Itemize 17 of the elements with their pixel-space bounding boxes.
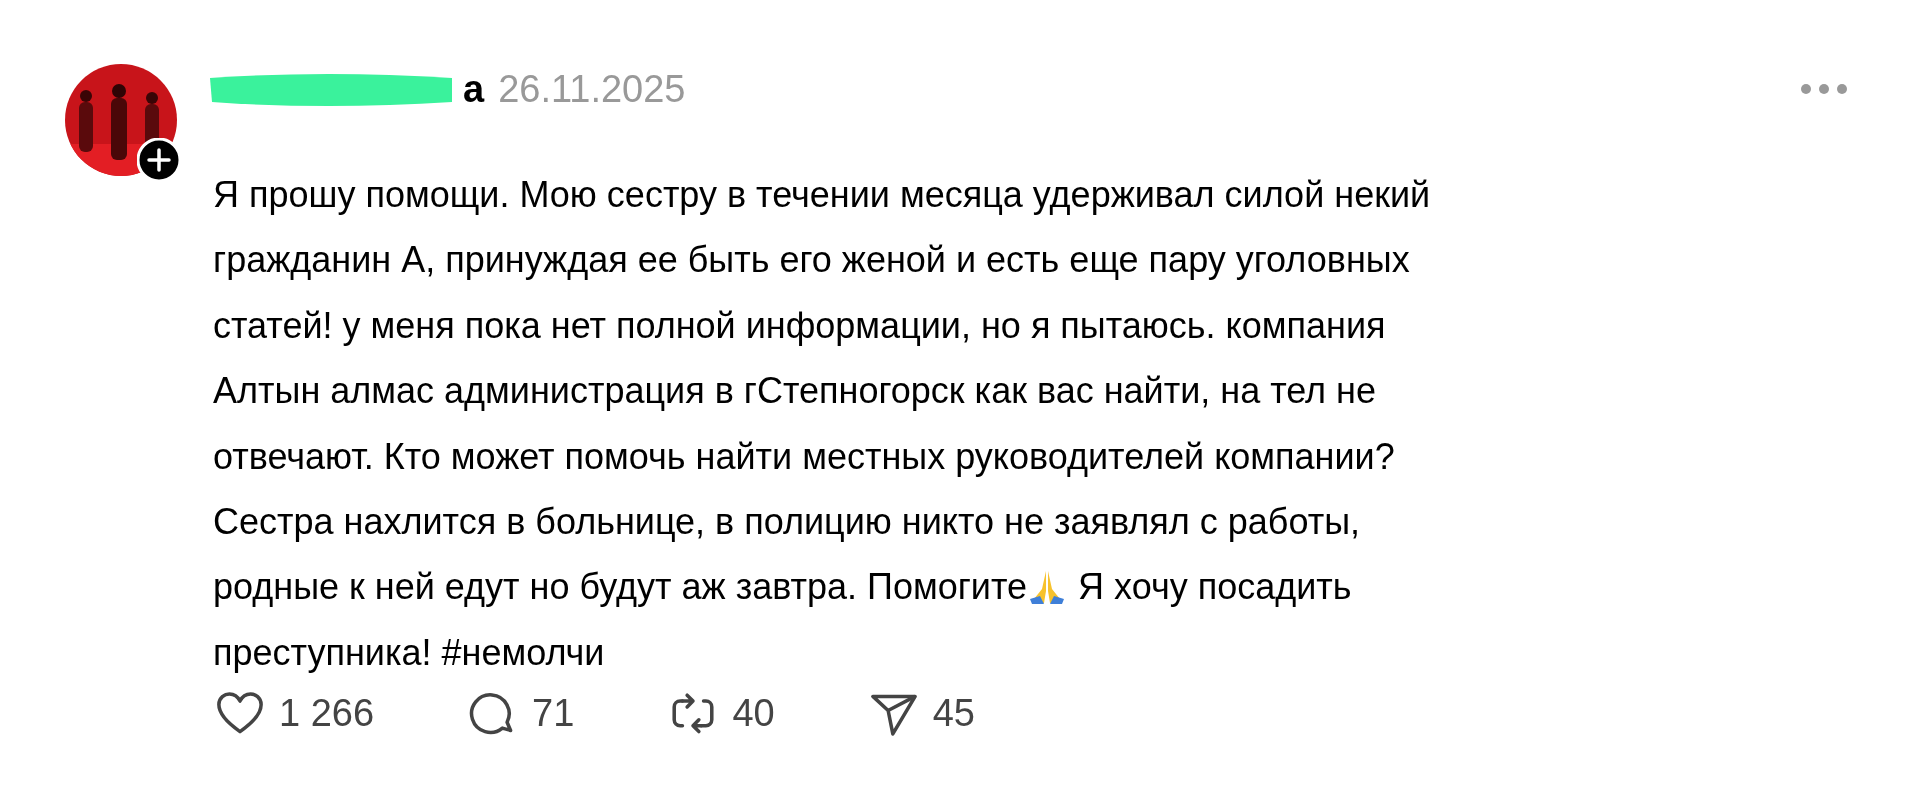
post-text: преступника! #немолчи [213, 630, 605, 675]
post-text: Я хочу посадить [1078, 565, 1352, 610]
post-date: 26.11.2025 [498, 67, 686, 112]
username[interactable]: а [463, 68, 485, 110]
post-text: родные к ней едут но будут аж завтра. Помогите [213, 565, 1028, 610]
like-button[interactable]: 1 266 [213, 685, 375, 743]
post-text: статей! у меня пока нет полной информации, но я пытаюсь. компания [213, 303, 1386, 348]
post-text: Сестра нахлится в больнице, в полицию никто не заявлял с работы, [213, 499, 1361, 544]
post-text: гражданин А, принуждая ее быть его женой и есть еще пару уголовных [213, 238, 1410, 283]
post-text: отвечают. Кто может помочь найти местных руководителей компании? [213, 434, 1395, 479]
share-button[interactable]: 45 [866, 685, 975, 743]
repost-button[interactable]: 40 [666, 685, 775, 743]
more-options-icon[interactable] [1800, 83, 1848, 95]
comment-button[interactable]: 71 [466, 685, 575, 743]
post-text: Алтын алмас администрация в гСтепногорск как вас найти, на тел не [213, 369, 1376, 414]
follow-plus-icon[interactable] [137, 138, 181, 182]
post-text: Я прошу помощи. Мою сестру в течении месяца удерживал силой некий [213, 173, 1431, 217]
